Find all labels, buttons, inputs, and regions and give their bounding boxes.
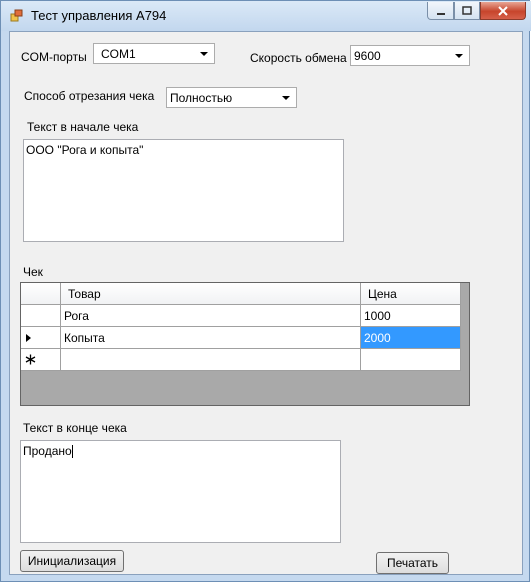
close-button[interactable] [480, 2, 526, 20]
baud-rate-value: 9600 [354, 49, 381, 63]
new-row-asterisk-icon [25, 354, 36, 365]
form-client-area: COM-порты COM1 Скорость обмена 9600 Спос… [9, 31, 523, 575]
cell-price-selected[interactable]: 2000 [361, 327, 461, 349]
header-text-label: Текст в начале чека [27, 120, 139, 134]
cut-mode-value: Полностью [170, 91, 233, 105]
window-controls [427, 2, 526, 20]
window-title: Тест управления A794 [31, 8, 167, 23]
cell-item[interactable]: Рога [61, 305, 361, 327]
footer-text-label: Текст в конце чека [23, 421, 127, 435]
maximize-button[interactable] [454, 2, 480, 20]
minimize-icon [436, 12, 445, 15]
row-header[interactable] [21, 327, 61, 349]
cell-item[interactable]: Копыта [61, 327, 361, 349]
chevron-down-icon [200, 52, 208, 56]
column-header-price[interactable]: Цена [361, 283, 461, 305]
text-caret [71, 445, 73, 459]
chevron-down-icon [455, 54, 463, 58]
row-header[interactable] [21, 349, 61, 371]
footer-text-value: Продано [23, 444, 72, 458]
chevron-down-icon [282, 96, 290, 100]
title-bar[interactable]: Тест управления A794 [1, 1, 531, 31]
com-port-select[interactable]: COM1 [93, 43, 215, 64]
receipt-grid[interactable]: Товар Цена Рога 1000 Копыта 2000 [20, 282, 470, 406]
row-header[interactable] [21, 305, 61, 327]
minimize-button[interactable] [427, 2, 454, 20]
cell-item-new[interactable] [61, 349, 361, 371]
baud-rate-select[interactable]: 9600 [350, 45, 470, 66]
baud-rate-label: Скорость обмена [250, 51, 347, 65]
table-row[interactable]: Копыта 2000 [21, 327, 461, 349]
com-port-label: COM-порты [21, 50, 87, 64]
initialize-button[interactable]: Инициализация [20, 550, 124, 572]
header-text-value: ООО "Рога и копыта" [26, 143, 144, 157]
cell-price[interactable]: 1000 [361, 305, 461, 327]
footer-text-input[interactable]: Продано [20, 440, 341, 543]
com-port-value: COM1 [101, 47, 136, 61]
receipt-grid-label: Чек [23, 265, 43, 279]
current-row-arrow-icon [26, 334, 31, 342]
table-row[interactable]: Рога 1000 [21, 305, 461, 327]
cut-mode-label: Способ отрезания чека [24, 89, 155, 103]
app-window: Тест управления A794 COM-порты COM1 Скор… [0, 0, 531, 582]
grid-corner-cell[interactable] [21, 283, 61, 305]
app-icon [10, 9, 23, 22]
header-text-input[interactable]: ООО "Рога и копыта" [23, 139, 344, 242]
close-icon [498, 5, 508, 16]
cut-mode-select[interactable]: Полностью [166, 87, 297, 108]
grid-header-row: Товар Цена [21, 283, 461, 305]
column-header-item[interactable]: Товар [61, 283, 361, 305]
cell-price-new[interactable] [361, 349, 461, 371]
new-row[interactable] [21, 349, 461, 371]
maximize-icon [462, 5, 472, 15]
print-button[interactable]: Печатать [376, 552, 449, 574]
